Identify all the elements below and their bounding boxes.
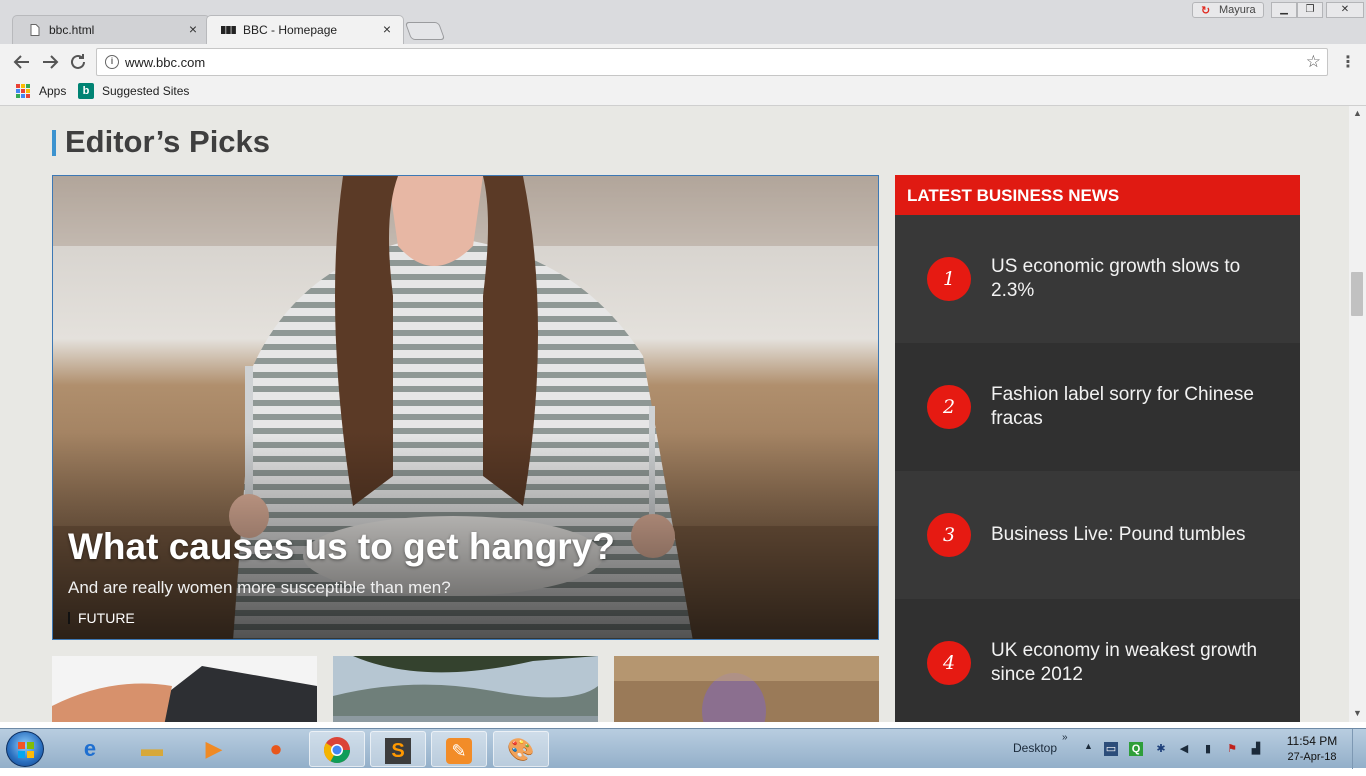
browser-menu-icon[interactable]: ⋮ bbox=[1340, 52, 1356, 72]
tab-title: BBC - Homepage bbox=[243, 23, 338, 37]
bookmarks-bar: Apps b Suggested Sites bbox=[0, 80, 1366, 106]
windows-taskbar: e ▬ ▶ ● S ✎ 🎨 Desktop » ▲ ▭ Q ✱ ◀ ▮ ⚑ ▟ … bbox=[0, 728, 1366, 769]
news-rank-badge: 1 bbox=[927, 257, 971, 301]
story-thumbnail-movie[interactable] bbox=[614, 656, 879, 722]
notes-app-icon[interactable]: ✎ bbox=[431, 731, 487, 767]
news-item[interactable]: 3 Business Live: Pound tumbles bbox=[895, 471, 1300, 599]
section-accent-bar bbox=[52, 130, 56, 156]
reload-icon bbox=[71, 54, 85, 69]
hero-image bbox=[53, 176, 878, 639]
back-button[interactable] bbox=[10, 50, 34, 74]
chrome-logo bbox=[323, 737, 351, 764]
apps-grid-icon[interactable] bbox=[16, 84, 30, 98]
thumbnail-image bbox=[333, 656, 598, 722]
scroll-thumb[interactable] bbox=[1351, 272, 1363, 316]
bookmark-suggested-sites[interactable]: Suggested Sites bbox=[102, 84, 189, 98]
file-explorer-icon[interactable]: ▬ bbox=[124, 731, 180, 767]
firefox-icon[interactable]: ● bbox=[248, 731, 304, 767]
page-viewport: Editor’s Picks What causes us to get han… bbox=[0, 106, 1349, 722]
tag-divider bbox=[68, 612, 70, 624]
news-headline[interactable]: US economic growth slows to 2.3% bbox=[991, 255, 1281, 303]
arrow-left-icon bbox=[13, 55, 29, 69]
browser-toolbar: i www.bbc.com ☆ ⋮ bbox=[0, 44, 1366, 80]
bookmark-star-icon[interactable]: ☆ bbox=[1306, 52, 1321, 72]
news-item[interactable]: 1 US economic growth slows to 2.3% bbox=[895, 215, 1300, 343]
network-signal-icon[interactable]: ▟ bbox=[1249, 742, 1263, 756]
thumbnail-image bbox=[52, 656, 317, 722]
scroll-up-arrow-icon[interactable]: ▲ bbox=[1353, 108, 1362, 118]
news-rank-badge: 4 bbox=[927, 641, 971, 685]
bing-icon: b bbox=[78, 83, 94, 99]
business-news-panel: LATEST BUSINESS NEWS 1 US economic growt… bbox=[895, 175, 1300, 722]
minimize-button[interactable]: ▁ bbox=[1271, 2, 1297, 18]
show-hidden-icons[interactable]: ▲ bbox=[1084, 741, 1093, 751]
show-desktop-button[interactable] bbox=[1352, 729, 1366, 769]
thumbnail-image bbox=[614, 656, 879, 722]
news-item[interactable]: 2 Fashion label sorry for Chinese fracas bbox=[895, 343, 1300, 471]
page-scrollbar[interactable]: ▲ ▼ bbox=[1349, 106, 1366, 722]
business-news-header[interactable]: LATEST BUSINESS NEWS bbox=[895, 175, 1300, 215]
volume-icon[interactable]: ◀ bbox=[1177, 742, 1191, 756]
bookmark-apps[interactable]: Apps bbox=[39, 84, 66, 98]
action-center-flag-icon[interactable]: ⚑ bbox=[1225, 742, 1239, 756]
tab-title: bbc.html bbox=[49, 23, 95, 37]
news-item[interactable]: 4 UK economy in weakest growth since 201… bbox=[895, 599, 1300, 722]
news-headline[interactable]: UK economy in weakest growth since 2012 bbox=[991, 639, 1281, 687]
file-icon bbox=[30, 24, 40, 36]
hero-headline[interactable]: What causes us to get hangry? bbox=[68, 526, 615, 568]
tab-close-icon[interactable]: × bbox=[189, 21, 197, 37]
story-thumbnail-landscape[interactable] bbox=[333, 656, 598, 722]
tab-bbc-homepage[interactable]: BBC - Homepage × bbox=[206, 15, 404, 44]
profile-icon: ↻ bbox=[1201, 5, 1211, 17]
news-rank-badge: 3 bbox=[927, 513, 971, 557]
quick-heal-icon[interactable]: Q bbox=[1129, 742, 1143, 756]
scroll-down-arrow-icon[interactable]: ▼ bbox=[1353, 708, 1362, 718]
browser-titlebar: bbc.html × BBC - Homepage × ↻ Mayura ▁ ❐… bbox=[0, 0, 1366, 44]
new-tab-button[interactable] bbox=[404, 22, 446, 40]
start-button[interactable] bbox=[6, 731, 44, 767]
reload-button[interactable] bbox=[66, 50, 90, 74]
clock-date[interactable]: 27-Apr-18 bbox=[1282, 751, 1342, 763]
chevron-right-icon[interactable]: » bbox=[1062, 732, 1068, 743]
close-window-button[interactable]: ✕ bbox=[1326, 2, 1364, 18]
chrome-icon[interactable] bbox=[309, 731, 365, 767]
hero-summary: And are really women more susceptible th… bbox=[68, 578, 451, 597]
arrow-right-icon bbox=[43, 55, 59, 69]
maximize-button[interactable]: ❐ bbox=[1297, 2, 1323, 18]
battery-icon[interactable]: ▮ bbox=[1201, 742, 1215, 756]
forward-button[interactable] bbox=[38, 50, 62, 74]
tab-close-icon[interactable]: × bbox=[383, 21, 391, 37]
tab-bbc-html[interactable]: bbc.html × bbox=[12, 15, 210, 44]
news-headline[interactable]: Business Live: Pound tumbles bbox=[991, 523, 1281, 547]
media-player-icon[interactable]: ▶ bbox=[186, 731, 242, 767]
sublime-text-icon[interactable]: S bbox=[370, 731, 426, 767]
windows-logo-icon bbox=[18, 742, 34, 758]
site-info-icon[interactable]: i bbox=[105, 55, 119, 69]
paint-icon[interactable]: 🎨 bbox=[493, 731, 549, 767]
section-title: Editor’s Picks bbox=[65, 124, 271, 159]
clock-time[interactable]: 11:54 PM bbox=[1282, 734, 1342, 748]
news-rank-badge: 2 bbox=[927, 385, 971, 429]
bluetooth-icon[interactable]: ✱ bbox=[1154, 742, 1168, 756]
story-thumbnail-keyboard[interactable] bbox=[52, 656, 317, 722]
desktop-toolbar-label[interactable]: Desktop bbox=[1013, 741, 1057, 755]
address-bar[interactable]: i www.bbc.com ☆ bbox=[96, 48, 1328, 76]
monitor-icon[interactable]: ▭ bbox=[1104, 742, 1118, 756]
news-headline[interactable]: Fashion label sorry for Chinese fracas bbox=[991, 383, 1281, 431]
internet-explorer-icon[interactable]: e bbox=[62, 731, 118, 767]
profile-button[interactable]: ↻ Mayura bbox=[1192, 2, 1264, 18]
hero-section-tag[interactable]: FUTURE bbox=[78, 610, 135, 626]
bbc-favicon bbox=[221, 26, 236, 34]
profile-name: Mayura bbox=[1219, 4, 1256, 16]
url-text[interactable]: www.bbc.com bbox=[125, 55, 205, 70]
hero-story[interactable]: What causes us to get hangry? And are re… bbox=[52, 175, 879, 640]
